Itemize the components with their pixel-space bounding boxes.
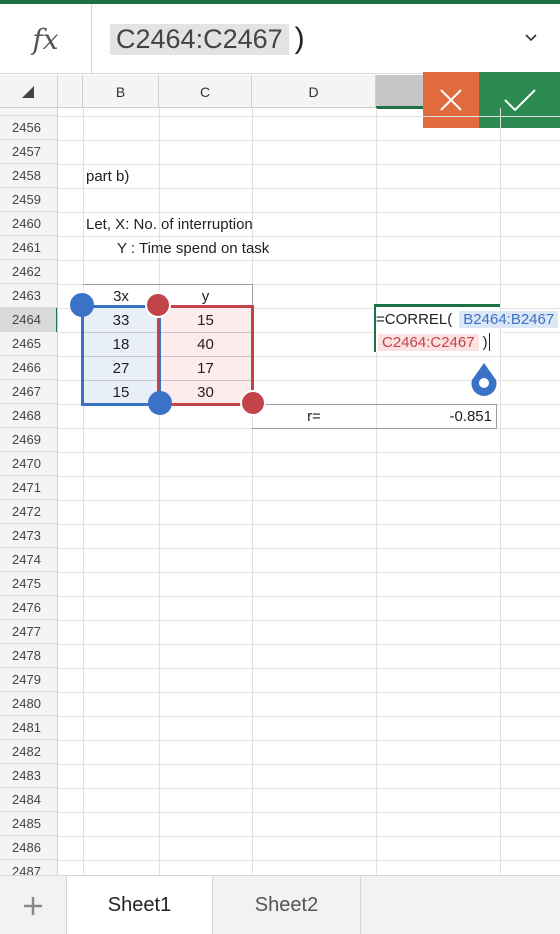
cell-b2458[interactable]: part b) [86, 164, 129, 188]
row-header[interactable]: 2471 [0, 476, 57, 500]
tab-sheet2[interactable]: Sheet2 [213, 876, 361, 934]
gridline [58, 260, 560, 261]
gridline [500, 108, 501, 875]
formula-close-paren: ) [294, 22, 305, 55]
gridline [58, 548, 560, 549]
formula-range-b-token[interactable]: B2464:B2467 [459, 310, 559, 328]
row-header-selected[interactable]: 2464 [0, 308, 57, 332]
corner-triangle-icon [22, 86, 34, 98]
column-header-d[interactable]: D [252, 75, 376, 108]
range-b-outline [81, 305, 161, 406]
formula-range-c-token[interactable]: C2464:C2467 [378, 333, 479, 351]
cell-e2468[interactable]: -0.851 [376, 404, 496, 428]
row-header[interactable]: 2459 [0, 188, 57, 212]
row-header[interactable]: 2468 [0, 404, 57, 428]
row-header[interactable]: 2473 [0, 524, 57, 548]
gridline [58, 836, 560, 837]
gridline [58, 500, 560, 501]
gridline [58, 476, 560, 477]
gridline [58, 164, 560, 165]
row-header[interactable]: 2478 [0, 644, 57, 668]
formula-input[interactable]: C2464:C2467 ) [110, 18, 305, 60]
row-header[interactable]: 2467 [0, 380, 57, 404]
cell-grid[interactable]: part b) Let, X: No. of interruption Y : … [58, 108, 560, 875]
row-header[interactable]: 2480 [0, 692, 57, 716]
row-header[interactable]: 2485 [0, 812, 57, 836]
row-header[interactable]: 2463 [0, 284, 57, 308]
gridline [376, 108, 377, 875]
cell-b2460[interactable]: Let, X: No. of interruption [86, 212, 253, 236]
gridline [58, 788, 560, 789]
row-header[interactable]: 2479 [0, 668, 57, 692]
gridline [58, 188, 560, 189]
gridline [58, 716, 560, 717]
row-header[interactable]: 2469 [0, 428, 57, 452]
gridline [58, 596, 560, 597]
gridline [58, 812, 560, 813]
gridline [58, 764, 560, 765]
gridline [58, 668, 560, 669]
row-header[interactable]: 2460 [0, 212, 57, 236]
column-header-b[interactable]: B [83, 75, 159, 108]
row-header[interactable]: 2476 [0, 596, 57, 620]
chevron-down-icon[interactable] [524, 31, 538, 45]
text-caret [488, 333, 490, 351]
gridline [58, 524, 560, 525]
gridline [58, 452, 560, 453]
range-b-handle-bottom[interactable] [148, 391, 172, 415]
table-border [496, 404, 497, 429]
cell-d2468[interactable]: r= [252, 404, 376, 428]
gridline [58, 860, 560, 861]
row-header[interactable]: 2470 [0, 452, 57, 476]
gridline [58, 116, 560, 117]
range-c-handle-top[interactable] [145, 292, 171, 318]
formula-function-name: =CORREL( [376, 310, 453, 328]
formula-edit-line-1[interactable]: =CORREL( B2464:B2467 , [376, 308, 560, 330]
table-border [252, 428, 497, 429]
row-header[interactable]: 2474 [0, 548, 57, 572]
row-header[interactable]: 2484 [0, 788, 57, 812]
gridline [83, 108, 84, 875]
gridline [58, 692, 560, 693]
gridline [58, 644, 560, 645]
row-header[interactable]: 2461 [0, 236, 57, 260]
row-header[interactable]: 2481 [0, 716, 57, 740]
gridline [58, 140, 560, 141]
row-header-bar: 2455 2456 2457 2458 2459 2460 2461 2462 … [0, 108, 58, 875]
row-header[interactable]: 2486 [0, 836, 57, 860]
row-header[interactable]: 2458 [0, 164, 57, 188]
formula-range-highlight: C2464:C2467 [110, 23, 289, 55]
range-c-outline [157, 305, 254, 406]
formula-edit-line-2[interactable]: C2464:C2467 ) [378, 331, 490, 353]
tab-sheet1[interactable]: Sheet1 [66, 876, 213, 934]
cursor-drag-handle-icon[interactable] [469, 362, 499, 396]
select-all-corner[interactable] [0, 75, 58, 108]
add-sheet-button[interactable] [0, 876, 66, 934]
fx-icon[interactable]: fx [0, 4, 92, 74]
row-header-partial[interactable]: 2455 [0, 108, 57, 116]
row-header[interactable]: 2482 [0, 740, 57, 764]
row-header[interactable]: 2472 [0, 500, 57, 524]
formula-close-paren-edit: ) [482, 333, 488, 351]
row-header[interactable]: 2475 [0, 572, 57, 596]
plus-icon [24, 896, 42, 915]
row-header[interactable]: 2465 [0, 332, 57, 356]
column-header-a[interactable] [58, 75, 83, 108]
cell-b2461[interactable]: Y : Time spend on task [117, 236, 269, 260]
formula-bar: fx C2464:C2467 ) [0, 4, 560, 74]
row-header[interactable]: 2457 [0, 140, 57, 164]
column-header-c[interactable]: C [159, 75, 252, 108]
row-header[interactable]: 2456 [0, 116, 57, 140]
row-header[interactable]: 2487 [0, 860, 57, 875]
gridline [58, 572, 560, 573]
gridline [58, 740, 560, 741]
sheet-tab-bar: Sheet1 Sheet2 [0, 875, 560, 934]
row-header[interactable]: 2462 [0, 260, 57, 284]
range-b-handle-top[interactable] [70, 293, 94, 317]
row-header[interactable]: 2483 [0, 764, 57, 788]
row-header[interactable]: 2477 [0, 620, 57, 644]
gridline [58, 620, 560, 621]
row-header[interactable]: 2466 [0, 356, 57, 380]
